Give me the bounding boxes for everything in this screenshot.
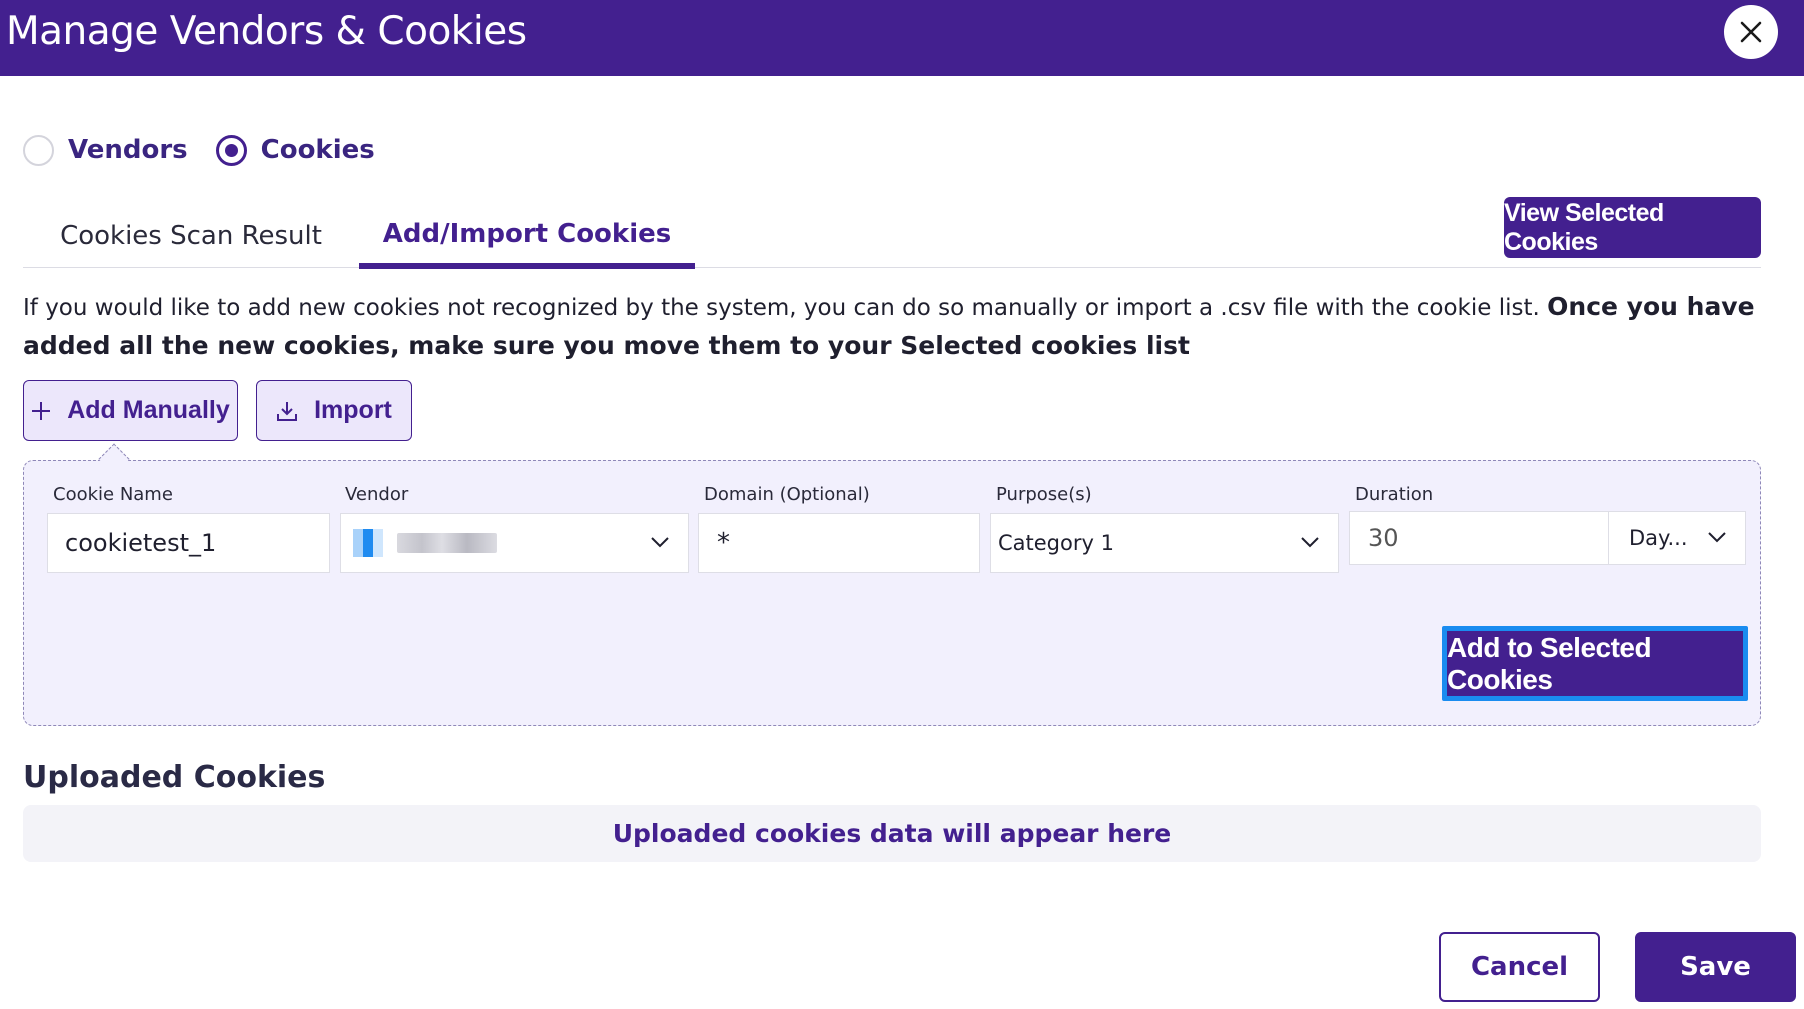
download-icon	[276, 400, 298, 422]
purposes-select[interactable]: Category 1	[990, 513, 1339, 573]
duration-unit-select[interactable]: Day...	[1608, 511, 1746, 565]
radio-cookies-label: Cookies	[260, 135, 375, 165]
vendor-label: Vendor	[345, 484, 409, 505]
cookie-tabs: Cookies Scan Result Add/Import Cookies	[23, 192, 1761, 269]
vendor-logo-icon	[353, 529, 383, 557]
duration-input[interactable]: 30	[1349, 511, 1609, 565]
chevron-down-icon	[1708, 532, 1726, 543]
vendor-select[interactable]	[340, 513, 689, 573]
add-manually-button[interactable]: Add Manually	[23, 380, 238, 441]
mode-radio-group: Vendors Cookies	[23, 130, 403, 170]
purposes-label: Purpose(s)	[996, 484, 1092, 505]
add-to-selected-cookies-button[interactable]: Add to Selected Cookies	[1442, 626, 1748, 701]
import-label: Import	[314, 396, 392, 424]
duration-unit-value: Day...	[1629, 526, 1688, 550]
instructions-text: If you would like to add new cookies not…	[23, 288, 1761, 366]
radio-cookies-circle[interactable]	[215, 134, 247, 166]
uploaded-cookies-title: Uploaded Cookies	[23, 760, 326, 795]
tab-add-import-cookies[interactable]: Add/Import Cookies	[359, 192, 695, 269]
add-manually-label: Add Manually	[67, 396, 230, 424]
vendor-name-redacted	[397, 533, 497, 553]
chevron-down-icon	[1301, 537, 1319, 548]
save-button[interactable]: Save	[1635, 932, 1796, 1002]
cookie-name-input[interactable]: cookietest_1	[47, 513, 330, 573]
radio-vendors[interactable]: Vendors	[23, 134, 188, 166]
cancel-button[interactable]: Cancel	[1439, 932, 1600, 1002]
radio-vendors-label: Vendors	[68, 135, 188, 165]
domain-label: Domain (Optional)	[704, 484, 870, 505]
close-icon	[1740, 21, 1762, 43]
domain-input[interactable]: *	[698, 513, 980, 573]
import-button[interactable]: Import	[256, 380, 412, 441]
radio-cookies[interactable]: Cookies	[215, 134, 375, 166]
duration-label: Duration	[1355, 484, 1434, 505]
uploaded-cookies-empty-state: Uploaded cookies data will appear here	[23, 805, 1761, 862]
view-selected-cookies-button[interactable]: View Selected Cookies	[1504, 197, 1761, 258]
purposes-value: Category 1	[998, 531, 1114, 555]
radio-vendors-circle[interactable]	[23, 134, 54, 166]
cookie-name-label: Cookie Name	[53, 484, 173, 505]
close-button[interactable]	[1724, 5, 1778, 59]
plus-icon	[31, 401, 51, 421]
instructions-main: If you would like to add new cookies not…	[23, 295, 1540, 321]
modal-header: Manage Vendors & Cookies	[0, 0, 1804, 76]
modal-title: Manage Vendors & Cookies	[6, 9, 527, 54]
chevron-down-icon	[651, 537, 669, 548]
tab-cookies-scan-result[interactable]: Cookies Scan Result	[23, 192, 359, 268]
